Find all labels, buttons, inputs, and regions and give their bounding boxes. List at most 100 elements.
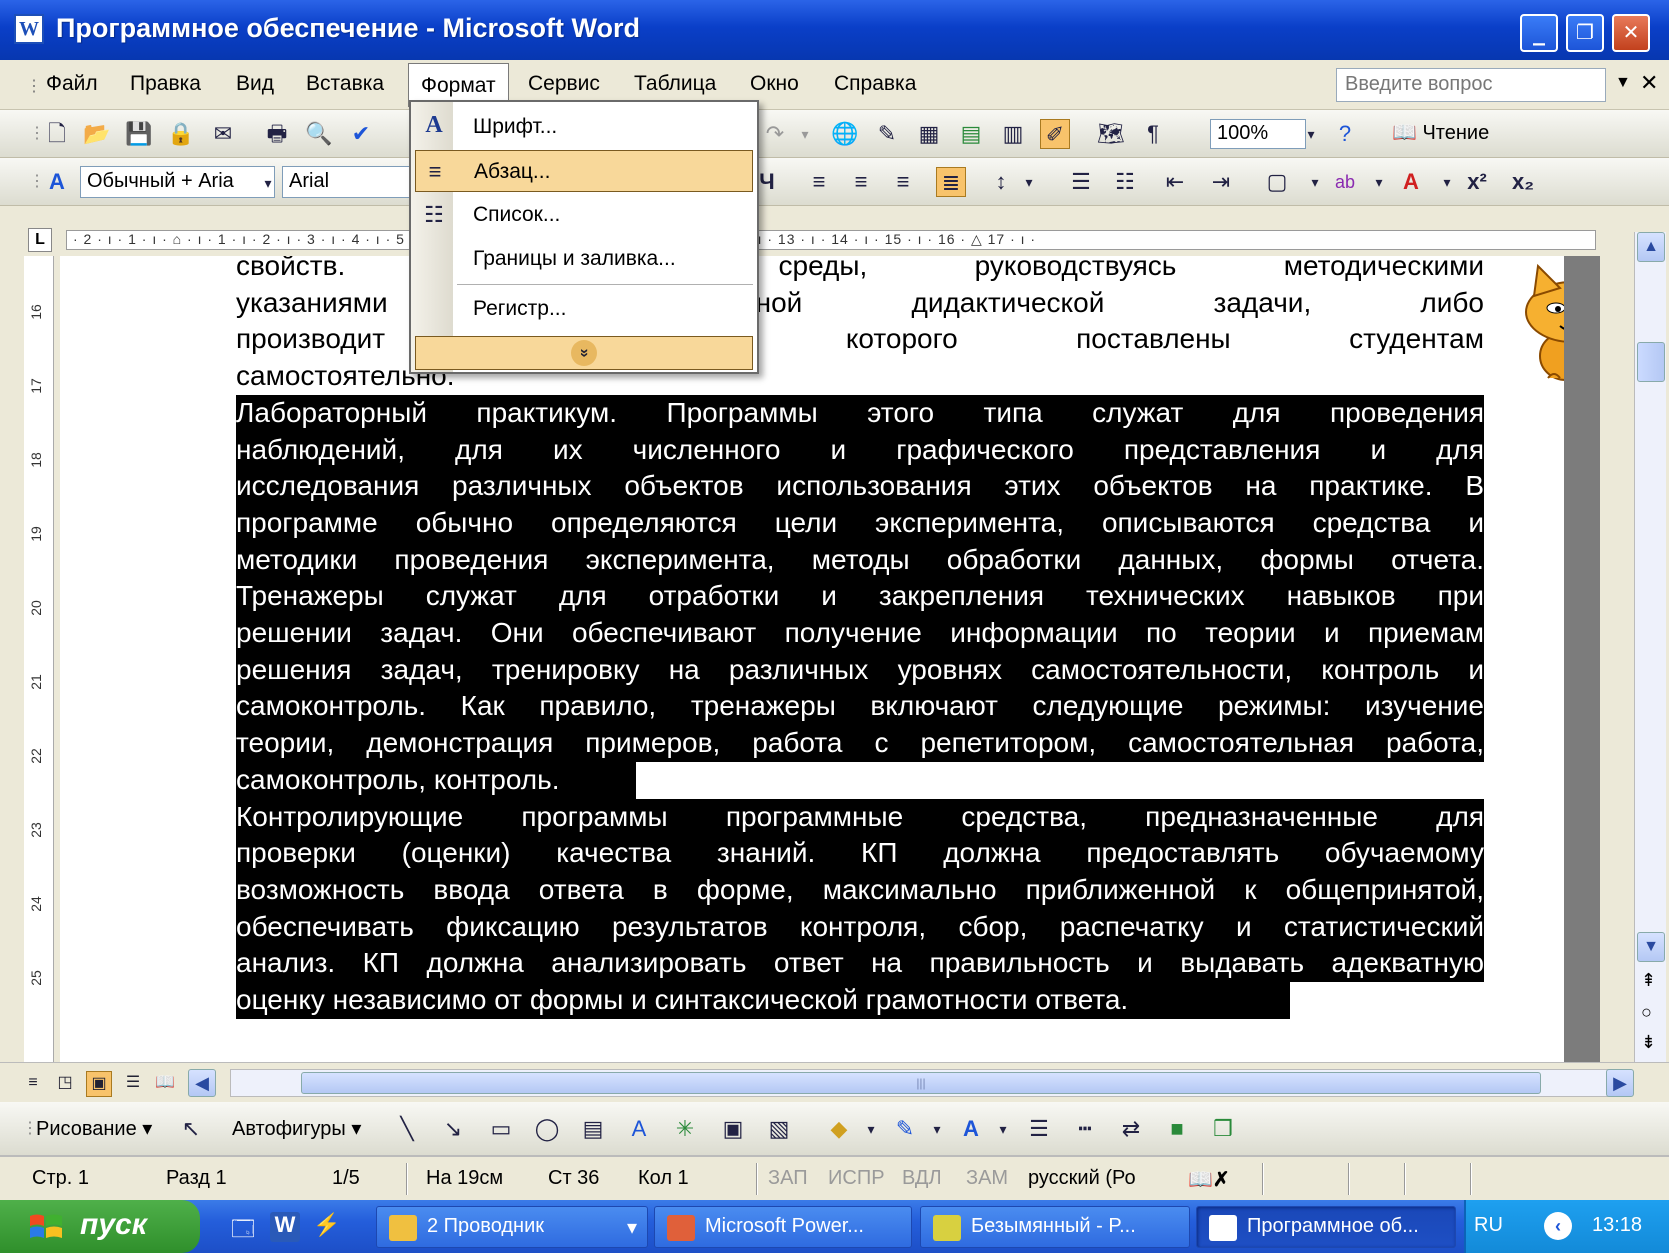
wordart-icon[interactable]: A [624,1114,654,1144]
status-track-changes[interactable]: ИСПР [828,1167,885,1190]
task-paint[interactable]: Безымянный - P... [920,1206,1190,1248]
menu-window[interactable]: Окно [750,72,799,96]
clipart-icon[interactable]: ▣ [718,1114,748,1144]
3d-style-icon[interactable]: ❒ [1208,1114,1238,1144]
show-formatting-icon[interactable]: ¶ [1138,119,1168,149]
line-tool-icon[interactable]: ╲ [392,1114,422,1144]
web-layout-icon[interactable]: ◳ [52,1071,78,1097]
next-page-icon[interactable]: ⇟ [1641,1032,1656,1053]
diagram-icon[interactable]: ✳ [670,1114,700,1144]
spelling-status-icon[interactable]: 📖✗ [1188,1167,1230,1192]
styles-formatting-icon[interactable]: A [42,167,72,197]
selected-line[interactable]: возможность ввода ответа в форме, максим… [236,871,1484,909]
previous-page-icon[interactable]: ⇞ [1641,970,1656,991]
new-document-icon[interactable]: 🗋 [42,119,72,149]
permission-icon[interactable]: 🔒 [166,119,196,149]
document-page[interactable]: свойств. С ектами среды, руководствуясь … [60,256,1600,1062]
autoshapes-menu-button[interactable]: Автофигуры ▾ [232,1116,361,1141]
help-search-input[interactable]: Введите вопрос [1336,68,1606,102]
task-group-dropdown-icon[interactable]: ▾ [627,1215,637,1240]
oval-tool-icon[interactable]: ◯ [532,1114,562,1144]
zoom-select[interactable]: 100% [1210,119,1306,149]
scroll-thumb[interactable] [1637,342,1665,382]
tables-borders-icon[interactable]: ✎ [872,119,902,149]
align-right-icon[interactable]: ≡ [888,167,918,197]
menu-file[interactable]: Файл [46,72,98,96]
word-app-icon[interactable]: W [14,14,44,44]
borders-dropdown-icon[interactable]: ▾ [1300,167,1330,197]
menu-table[interactable]: Таблица [634,72,716,96]
email-icon[interactable]: ✉ [208,119,238,149]
style-select[interactable]: Обычный + Aria [80,166,275,198]
ruler-marks[interactable]: · 2 · ı · 1 · ı · ⌂ · ı · 1 · ı · 2 · ı … [66,230,1596,250]
increase-indent-icon[interactable]: ⇥ [1206,167,1236,197]
menu-tools[interactable]: Сервис [528,72,600,96]
status-record[interactable]: ЗАП [768,1167,808,1190]
help-icon[interactable]: ? [1330,119,1360,149]
insert-picture-icon[interactable]: ▧ [764,1114,794,1144]
selected-line[interactable]: программе обычно определяются цели экспе… [236,504,1484,542]
drawing-menu-button[interactable]: Рисование ▾ [36,1116,152,1141]
bullets-icon[interactable]: ☷ [1110,167,1140,197]
menu-item-list[interactable]: ☷ Список... [415,194,753,236]
tray-language[interactable]: RU [1474,1214,1503,1237]
reading-mode-button[interactable]: 📖 Чтение [1392,120,1489,145]
borders-icon[interactable]: ▢ [1262,167,1292,197]
selected-line[interactable]: анализ. КП должна анализировать ответ на… [236,945,1484,983]
minimize-button[interactable]: _ [1520,14,1558,52]
align-left-icon[interactable]: ≡ [804,167,834,197]
font-color-icon[interactable]: A [1396,167,1426,197]
reading-layout-icon[interactable]: 📖 [152,1071,178,1097]
selected-line[interactable]: наблюдений, для их численного и графичес… [236,431,1484,469]
tray-expand-icon[interactable]: ‹ [1544,1212,1572,1240]
menu-item-paragraph[interactable]: ≡ Абзац... [415,150,753,192]
line-style-icon[interactable]: ☰ [1024,1114,1054,1144]
scroll-left-button[interactable]: ◀ [188,1069,216,1097]
decrease-indent-icon[interactable]: ⇤ [1160,167,1190,197]
menu-item-change-case[interactable]: Регистр... [415,288,753,330]
select-browse-object-icon[interactable]: ○ [1641,1002,1652,1023]
line-color-icon[interactable]: ✎ [890,1114,920,1144]
rectangle-tool-icon[interactable]: ▭ [486,1114,516,1144]
selected-line[interactable]: теории, демонстрация примеров, работа с … [236,725,1484,762]
show-desktop-icon[interactable]: 🗔 [228,1212,258,1242]
shadow-style-icon[interactable]: ■ [1162,1114,1192,1144]
tray-clock[interactable]: 13:18 [1592,1214,1642,1237]
insert-table-icon[interactable]: ▦ [914,119,944,149]
tab-stop-selector[interactable]: L [28,228,52,252]
arrow-style-icon[interactable]: ⇄ [1116,1114,1146,1144]
font-color-icon[interactable]: A [956,1114,986,1144]
insert-excel-icon[interactable]: ▤ [956,119,986,149]
scroll-up-button[interactable]: ▲ [1637,232,1665,262]
menu-insert[interactable]: Вставка [306,72,384,96]
menu-grip[interactable]: ⋮ [26,76,42,96]
drawing-icon[interactable]: ✐ [1040,119,1070,149]
scroll-down-button[interactable]: ▼ [1637,932,1665,962]
justify-icon[interactable]: ≣ [936,167,966,197]
style-dropdown-icon[interactable]: ▾ [253,168,283,198]
menu-help[interactable]: Справка [834,72,916,96]
word-quicklaunch-icon[interactable]: W [270,1212,300,1242]
selected-line[interactable]: оценку независимо от формы и синтаксичес… [236,982,1290,1019]
start-button[interactable]: пуск [0,1200,200,1253]
select-objects-icon[interactable]: ↖ [176,1114,206,1144]
save-icon[interactable]: 💾 [124,119,154,149]
outline-view-icon[interactable]: ☰ [120,1071,146,1097]
subscript-icon[interactable]: x₂ [1508,167,1538,197]
menu-view[interactable]: Вид [236,72,274,96]
menu-edit[interactable]: Правка [130,72,201,96]
align-center-icon[interactable]: ≡ [846,167,876,197]
zoom-dropdown-icon[interactable]: ▾ [1296,119,1326,149]
selected-line[interactable]: самоконтроль. Как правило, тренажеры вкл… [236,688,1484,726]
highlight-dropdown-icon[interactable]: ▾ [1364,167,1394,197]
spelling-icon[interactable]: ✔ [346,119,376,149]
selected-line[interactable]: самоконтроль, контроль. [236,761,636,799]
font-color-dropdown-icon[interactable]: ▾ [1432,167,1462,197]
task-powerpoint[interactable]: Microsoft Power... [654,1206,912,1248]
line-spacing-dropdown-icon[interactable]: ▾ [1014,167,1044,197]
textbox-icon[interactable]: ▤ [578,1114,608,1144]
selected-line[interactable]: обеспечивать фиксацию результатов контро… [236,908,1484,946]
document-close-icon[interactable]: ✕ [1640,70,1658,96]
dash-style-icon[interactable]: ┅ [1070,1114,1100,1144]
status-language[interactable]: русский (Ро [1028,1167,1136,1190]
